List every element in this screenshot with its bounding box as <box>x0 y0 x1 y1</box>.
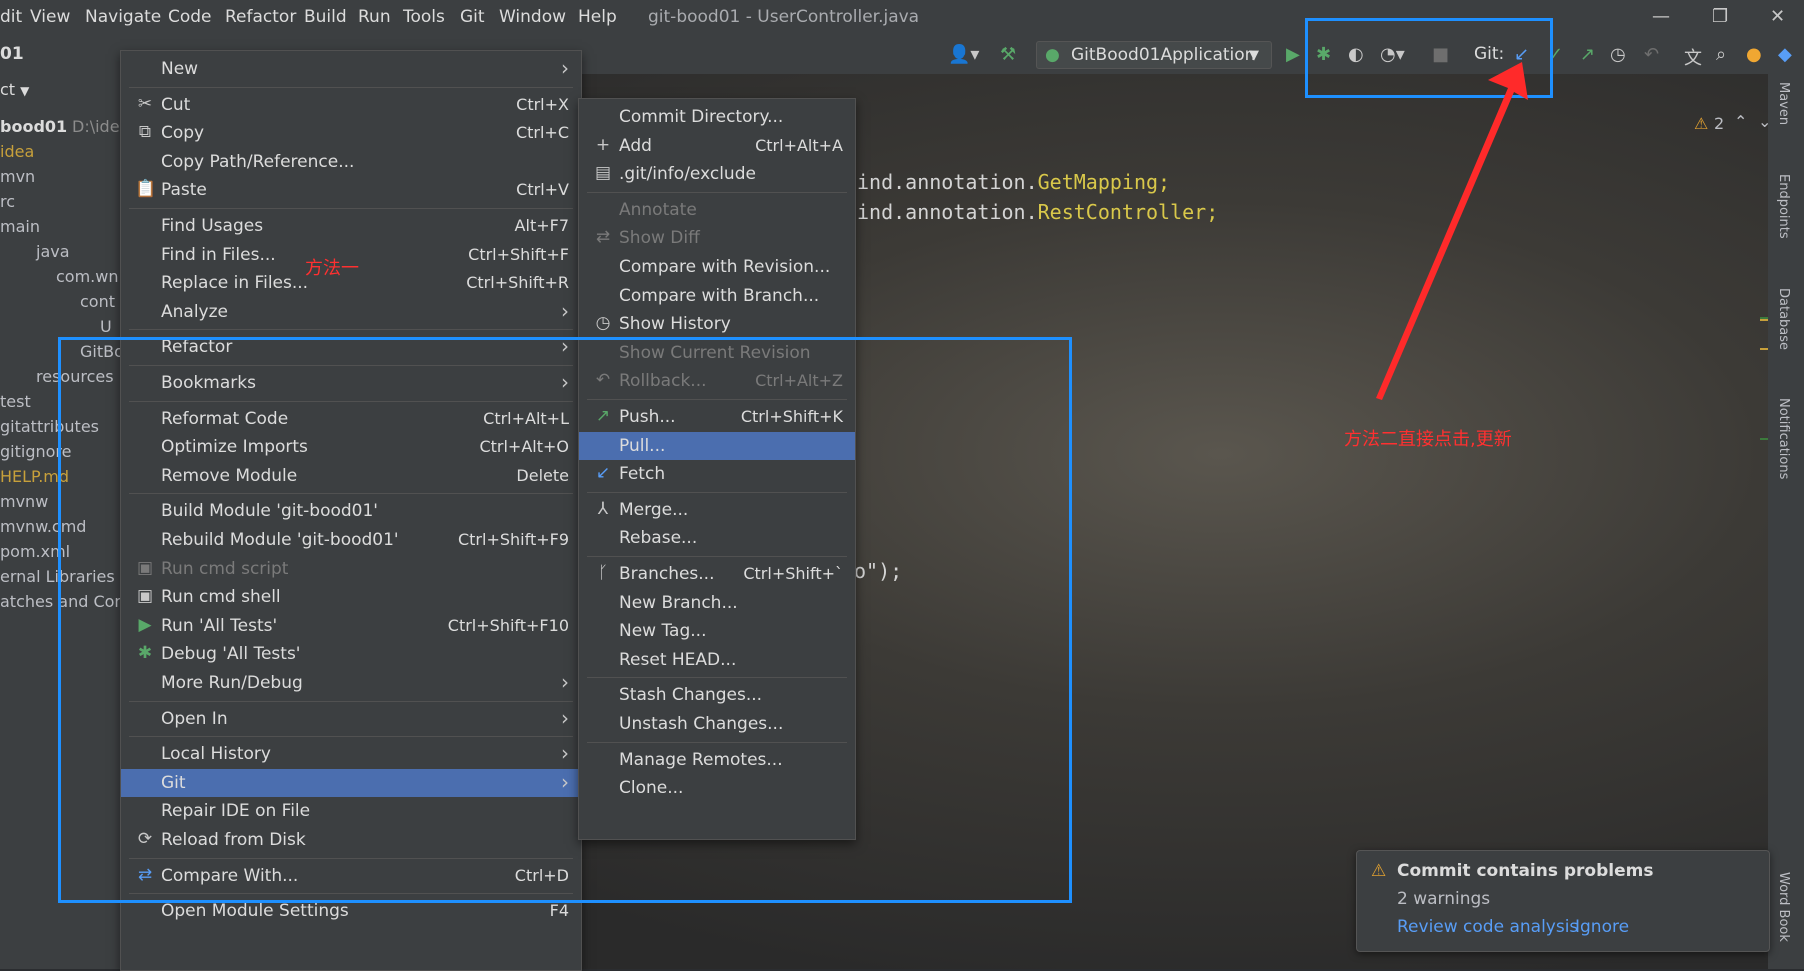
warning-icon: ⚠ <box>1371 861 1387 881</box>
review-code-analysis-link[interactable]: Review code analysis <box>1397 917 1578 937</box>
annotation-method1: 方法一 <box>305 258 359 279</box>
annotation-method2: 方法二直接点击,更新 <box>1344 429 1512 450</box>
ignore-link[interactable]: Ignore <box>1575 917 1629 937</box>
notification-body: 2 warnings <box>1397 889 1491 909</box>
commit-problems-notification: ⚠ Commit contains problems 2 warnings Re… <box>1356 850 1770 952</box>
notification-title: Commit contains problems <box>1397 861 1654 881</box>
annotation-arrow <box>1376 62 1528 400</box>
red-arrow-icon <box>1376 62 1528 400</box>
